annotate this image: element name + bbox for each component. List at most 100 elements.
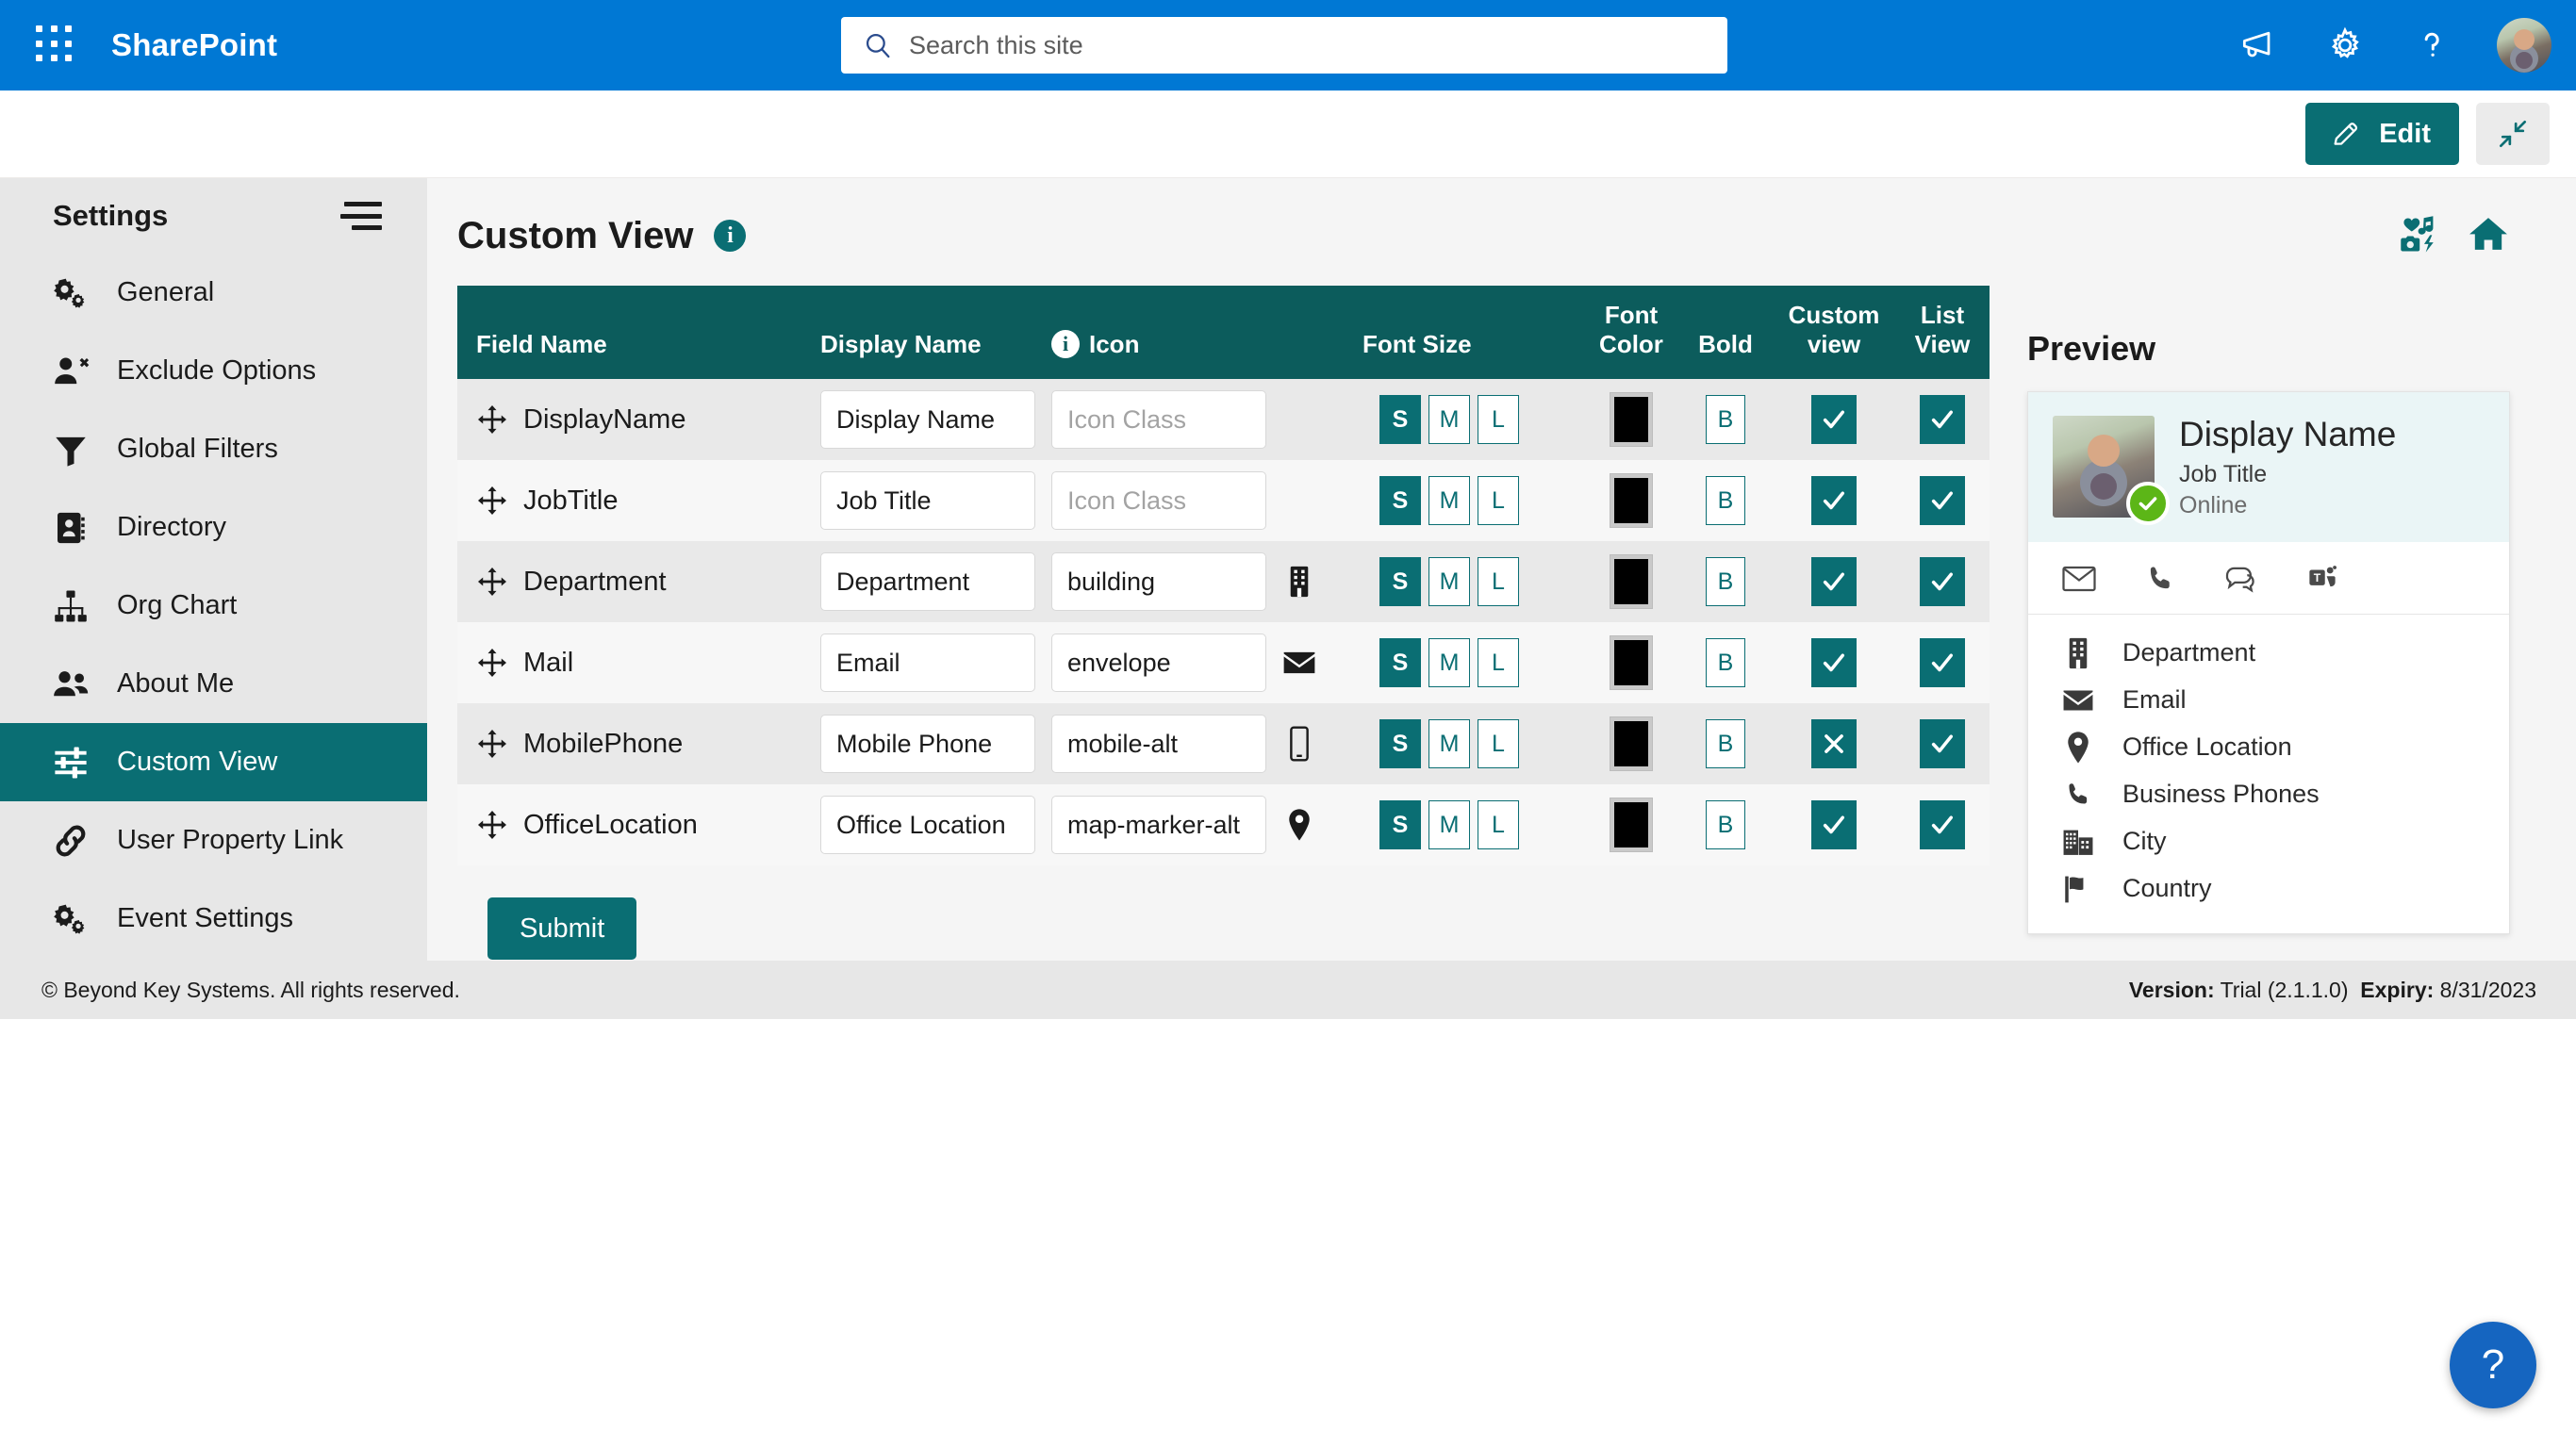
display-name-input[interactable] xyxy=(820,471,1035,531)
display-name-input[interactable] xyxy=(820,390,1035,450)
font-size-option-l[interactable]: L xyxy=(1478,395,1519,445)
font-size-option-m[interactable]: M xyxy=(1428,719,1470,769)
font-size-option-m[interactable]: M xyxy=(1428,476,1470,526)
bold-toggle[interactable]: B xyxy=(1706,476,1745,526)
icon-class-input[interactable] xyxy=(1051,552,1266,612)
list-view-checkbox[interactable] xyxy=(1920,557,1965,607)
custom-view-checkbox[interactable] xyxy=(1811,719,1857,769)
chat-icon[interactable] xyxy=(2222,563,2260,595)
submit-button[interactable]: Submit xyxy=(487,897,637,961)
bold-toggle[interactable]: B xyxy=(1706,638,1745,688)
custom-view-checkbox[interactable] xyxy=(1811,476,1857,526)
display-name-input[interactable] xyxy=(820,634,1035,693)
font-size-option-l[interactable]: L xyxy=(1478,800,1519,850)
expiry-label: Expiry: xyxy=(2360,977,2435,1002)
font-color-swatch[interactable] xyxy=(1610,554,1653,610)
envelope-icon[interactable] xyxy=(2060,563,2098,595)
info-icon[interactable]: i xyxy=(714,220,747,252)
search-input[interactable] xyxy=(909,30,1707,60)
list-view-checkbox[interactable] xyxy=(1920,638,1965,688)
font-color-swatch[interactable] xyxy=(1610,392,1653,448)
cell-display-name xyxy=(820,622,1051,703)
app-page: SharePoint Search this site Edit Setting… xyxy=(0,0,2576,1448)
sidebar-toggle-icon[interactable] xyxy=(340,202,382,230)
icon-class-input[interactable] xyxy=(1051,471,1266,531)
page-title: Custom View xyxy=(457,214,694,256)
font-color-swatch[interactable] xyxy=(1610,635,1653,691)
font-color-swatch[interactable] xyxy=(1610,716,1653,772)
display-name-input[interactable] xyxy=(820,552,1035,612)
custom-view-checkbox[interactable] xyxy=(1811,800,1857,850)
font-size-option-l[interactable]: L xyxy=(1478,638,1519,688)
teams-icon[interactable]: T xyxy=(2304,563,2341,595)
drag-handle-icon[interactable] xyxy=(476,728,508,760)
home-icon[interactable] xyxy=(2467,212,2510,260)
sidebar-item-custom-view[interactable]: Custom View xyxy=(0,723,427,801)
font-size-option-l[interactable]: L xyxy=(1478,719,1519,769)
sidebar-item-org-chart[interactable]: Org Chart xyxy=(0,567,427,645)
user-avatar[interactable] xyxy=(2497,18,2551,73)
icon-class-input[interactable] xyxy=(1051,634,1266,693)
custom-view-checkbox[interactable] xyxy=(1811,395,1857,445)
brand-title[interactable]: SharePoint xyxy=(111,27,277,63)
font-size-option-s[interactable]: S xyxy=(1379,719,1421,769)
font-size-option-m[interactable]: M xyxy=(1428,395,1470,445)
font-size-option-s[interactable]: S xyxy=(1379,638,1421,688)
sidebar-item-general[interactable]: General xyxy=(0,254,427,332)
cell-list-view xyxy=(1895,703,1990,784)
custom-view-checkbox[interactable] xyxy=(1811,638,1857,688)
font-size-option-l[interactable]: L xyxy=(1478,476,1519,526)
bold-toggle[interactable]: B xyxy=(1706,800,1745,850)
help-fab-button[interactable]: ? xyxy=(2450,1322,2536,1408)
icon-class-input[interactable] xyxy=(1051,796,1266,855)
sidebar-item-exclude-options[interactable]: Exclude Options xyxy=(0,332,427,410)
sidebar-item-global-filters[interactable]: Global Filters xyxy=(0,410,427,488)
user-times-icon xyxy=(49,350,92,393)
sidebar-item-user-property-link[interactable]: User Property Link xyxy=(0,801,427,880)
font-size-option-m[interactable]: M xyxy=(1428,557,1470,607)
list-view-checkbox[interactable] xyxy=(1920,395,1965,445)
list-view-checkbox[interactable] xyxy=(1920,800,1965,850)
font-color-swatch[interactable] xyxy=(1610,473,1653,529)
display-name-input[interactable] xyxy=(820,715,1035,774)
font-size-option-l[interactable]: L xyxy=(1478,557,1519,607)
sidebar-item-about-me[interactable]: About Me xyxy=(0,645,427,723)
preview-field-item: Department xyxy=(2028,630,2509,677)
search-box[interactable] xyxy=(841,17,1727,74)
bold-toggle[interactable]: B xyxy=(1706,395,1745,445)
font-color-swatch[interactable] xyxy=(1610,798,1653,853)
drag-handle-icon[interactable] xyxy=(476,647,508,679)
gear-icon[interactable] xyxy=(2323,24,2367,67)
font-size-option-s[interactable]: S xyxy=(1379,395,1421,445)
icon-column-info-icon[interactable]: i xyxy=(1051,330,1080,358)
list-view-checkbox[interactable] xyxy=(1920,719,1965,769)
list-view-checkbox[interactable] xyxy=(1920,476,1965,526)
cell-list-view xyxy=(1895,622,1990,703)
icon-class-input[interactable] xyxy=(1051,715,1266,774)
phone-icon[interactable] xyxy=(2141,563,2179,595)
bold-toggle[interactable]: B xyxy=(1706,557,1745,607)
social-media-icon[interactable] xyxy=(2399,214,2438,258)
cell-field-name: MobilePhone xyxy=(457,703,820,784)
collapse-button[interactable] xyxy=(2476,103,2550,165)
help-icon[interactable] xyxy=(2410,24,2453,67)
sidebar-item-event-settings[interactable]: Event Settings xyxy=(0,880,427,958)
font-size-option-m[interactable]: M xyxy=(1428,800,1470,850)
icon-class-input[interactable] xyxy=(1051,390,1266,450)
drag-handle-icon[interactable] xyxy=(476,403,508,436)
edit-button[interactable]: Edit xyxy=(2305,103,2459,165)
drag-handle-icon[interactable] xyxy=(476,566,508,598)
app-launcher-icon[interactable] xyxy=(36,25,75,65)
font-size-option-s[interactable]: S xyxy=(1379,800,1421,850)
drag-handle-icon[interactable] xyxy=(476,485,508,517)
font-size-option-s[interactable]: S xyxy=(1379,557,1421,607)
bold-toggle[interactable]: B xyxy=(1706,719,1745,769)
megaphone-icon[interactable] xyxy=(2237,24,2280,67)
custom-view-checkbox[interactable] xyxy=(1811,557,1857,607)
font-size-option-s[interactable]: S xyxy=(1379,476,1421,526)
drag-handle-icon[interactable] xyxy=(476,809,508,841)
sidebar-item-directory[interactable]: Directory xyxy=(0,488,427,567)
display-name-input[interactable] xyxy=(820,796,1035,855)
font-size-option-m[interactable]: M xyxy=(1428,638,1470,688)
cell-bold: B xyxy=(1678,622,1773,703)
